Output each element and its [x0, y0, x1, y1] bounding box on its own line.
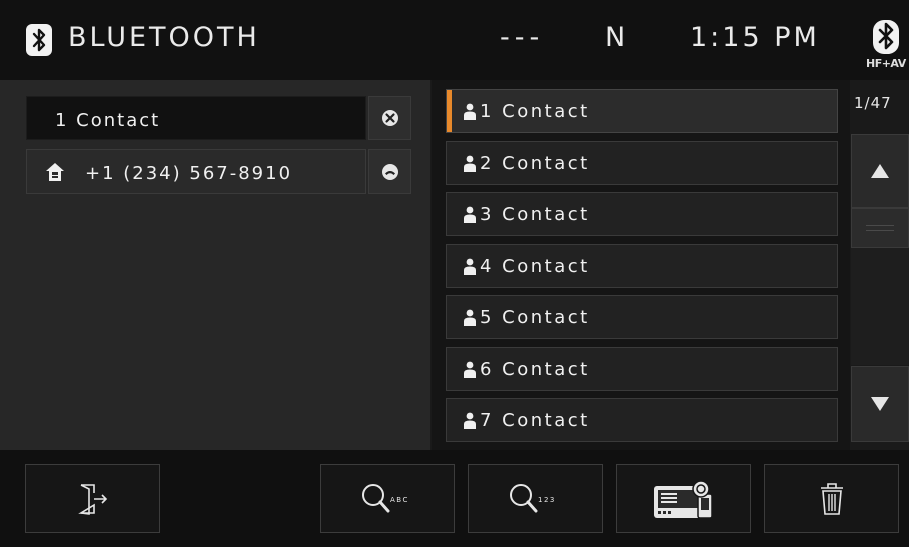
phone-number-row[interactable]: +1 (234) 567-8910	[26, 149, 366, 194]
phone-number: +1 (234) 567-8910	[85, 163, 293, 184]
arrow-down-icon	[871, 397, 889, 411]
contact-name: 7 Contact	[480, 410, 590, 431]
phonebook-sync-icon	[653, 479, 713, 519]
contact-list-item[interactable]: 1 Contact	[446, 89, 838, 133]
bluetooth-screen: BLUETOOTH --- N 1:15 PM HF+AV 1 Contact	[0, 0, 909, 547]
search-abc-icon: ABC	[361, 483, 409, 512]
call-button[interactable]	[368, 149, 411, 194]
contact-list-item[interactable]: 5 Contact	[446, 295, 838, 339]
person-icon	[463, 258, 477, 275]
scroll-up-button[interactable]	[851, 134, 909, 208]
exit-icon	[77, 483, 107, 515]
close-icon	[381, 110, 398, 126]
compass-direction: N	[605, 22, 626, 53]
contact-name: 2 Contact	[480, 152, 590, 174]
person-icon	[463, 309, 477, 326]
contact-name: 1 Contact	[480, 101, 590, 122]
contact-list-item[interactable]: 4 Contact	[446, 243, 838, 288]
signal-indicator: ---	[500, 22, 545, 53]
bluetooth-icon	[26, 24, 52, 56]
arrow-up-icon	[871, 164, 889, 178]
person-icon	[463, 361, 477, 378]
contact-list-item[interactable]: 7 Contact	[446, 398, 838, 442]
person-icon	[463, 155, 477, 172]
page-indicator: 1/47	[854, 94, 892, 112]
page-title: BLUETOOTH	[68, 22, 260, 53]
person-icon	[463, 103, 477, 120]
scroll-down-button[interactable]	[851, 366, 909, 442]
home-icon	[45, 162, 65, 182]
contact-name: 3 Contact	[480, 204, 590, 225]
phone-handset-icon	[381, 163, 398, 180]
clear-button[interactable]	[368, 96, 411, 140]
exit-button[interactable]	[25, 464, 160, 533]
phonebook-sync-button[interactable]	[616, 464, 751, 533]
delete-button[interactable]	[764, 464, 899, 533]
contact-list-item[interactable]: 6 Contact	[446, 346, 838, 391]
scroll-thumb[interactable]	[851, 208, 909, 248]
hf-av-label: HF+AV	[866, 57, 906, 70]
contact-list-item[interactable]: 3 Contact	[446, 192, 838, 236]
contact-name: 6 Contact	[480, 358, 590, 380]
search-123-icon: 123	[509, 483, 556, 512]
grip-line	[866, 225, 894, 226]
contact-name: 1 Contact	[55, 110, 161, 131]
status-bar: BLUETOOTH --- N 1:15 PM HF+AV	[0, 0, 909, 80]
abc-label: ABC	[390, 496, 409, 504]
trash-icon	[820, 482, 843, 515]
contact-list-item[interactable]: 2 Contact	[446, 140, 838, 185]
contact-name-field: 1 Contact	[26, 96, 366, 140]
grip-line	[866, 230, 894, 231]
search-by-name-button[interactable]: ABC	[320, 464, 455, 533]
contact-name: 5 Contact	[480, 307, 590, 328]
search-by-number-button[interactable]: 123	[468, 464, 603, 533]
person-icon	[463, 206, 477, 223]
clock: 1:15 PM	[690, 22, 820, 53]
contact-name: 4 Contact	[480, 255, 590, 277]
123-label: 123	[538, 496, 556, 504]
person-icon	[463, 412, 477, 429]
selection-indicator	[447, 90, 452, 132]
